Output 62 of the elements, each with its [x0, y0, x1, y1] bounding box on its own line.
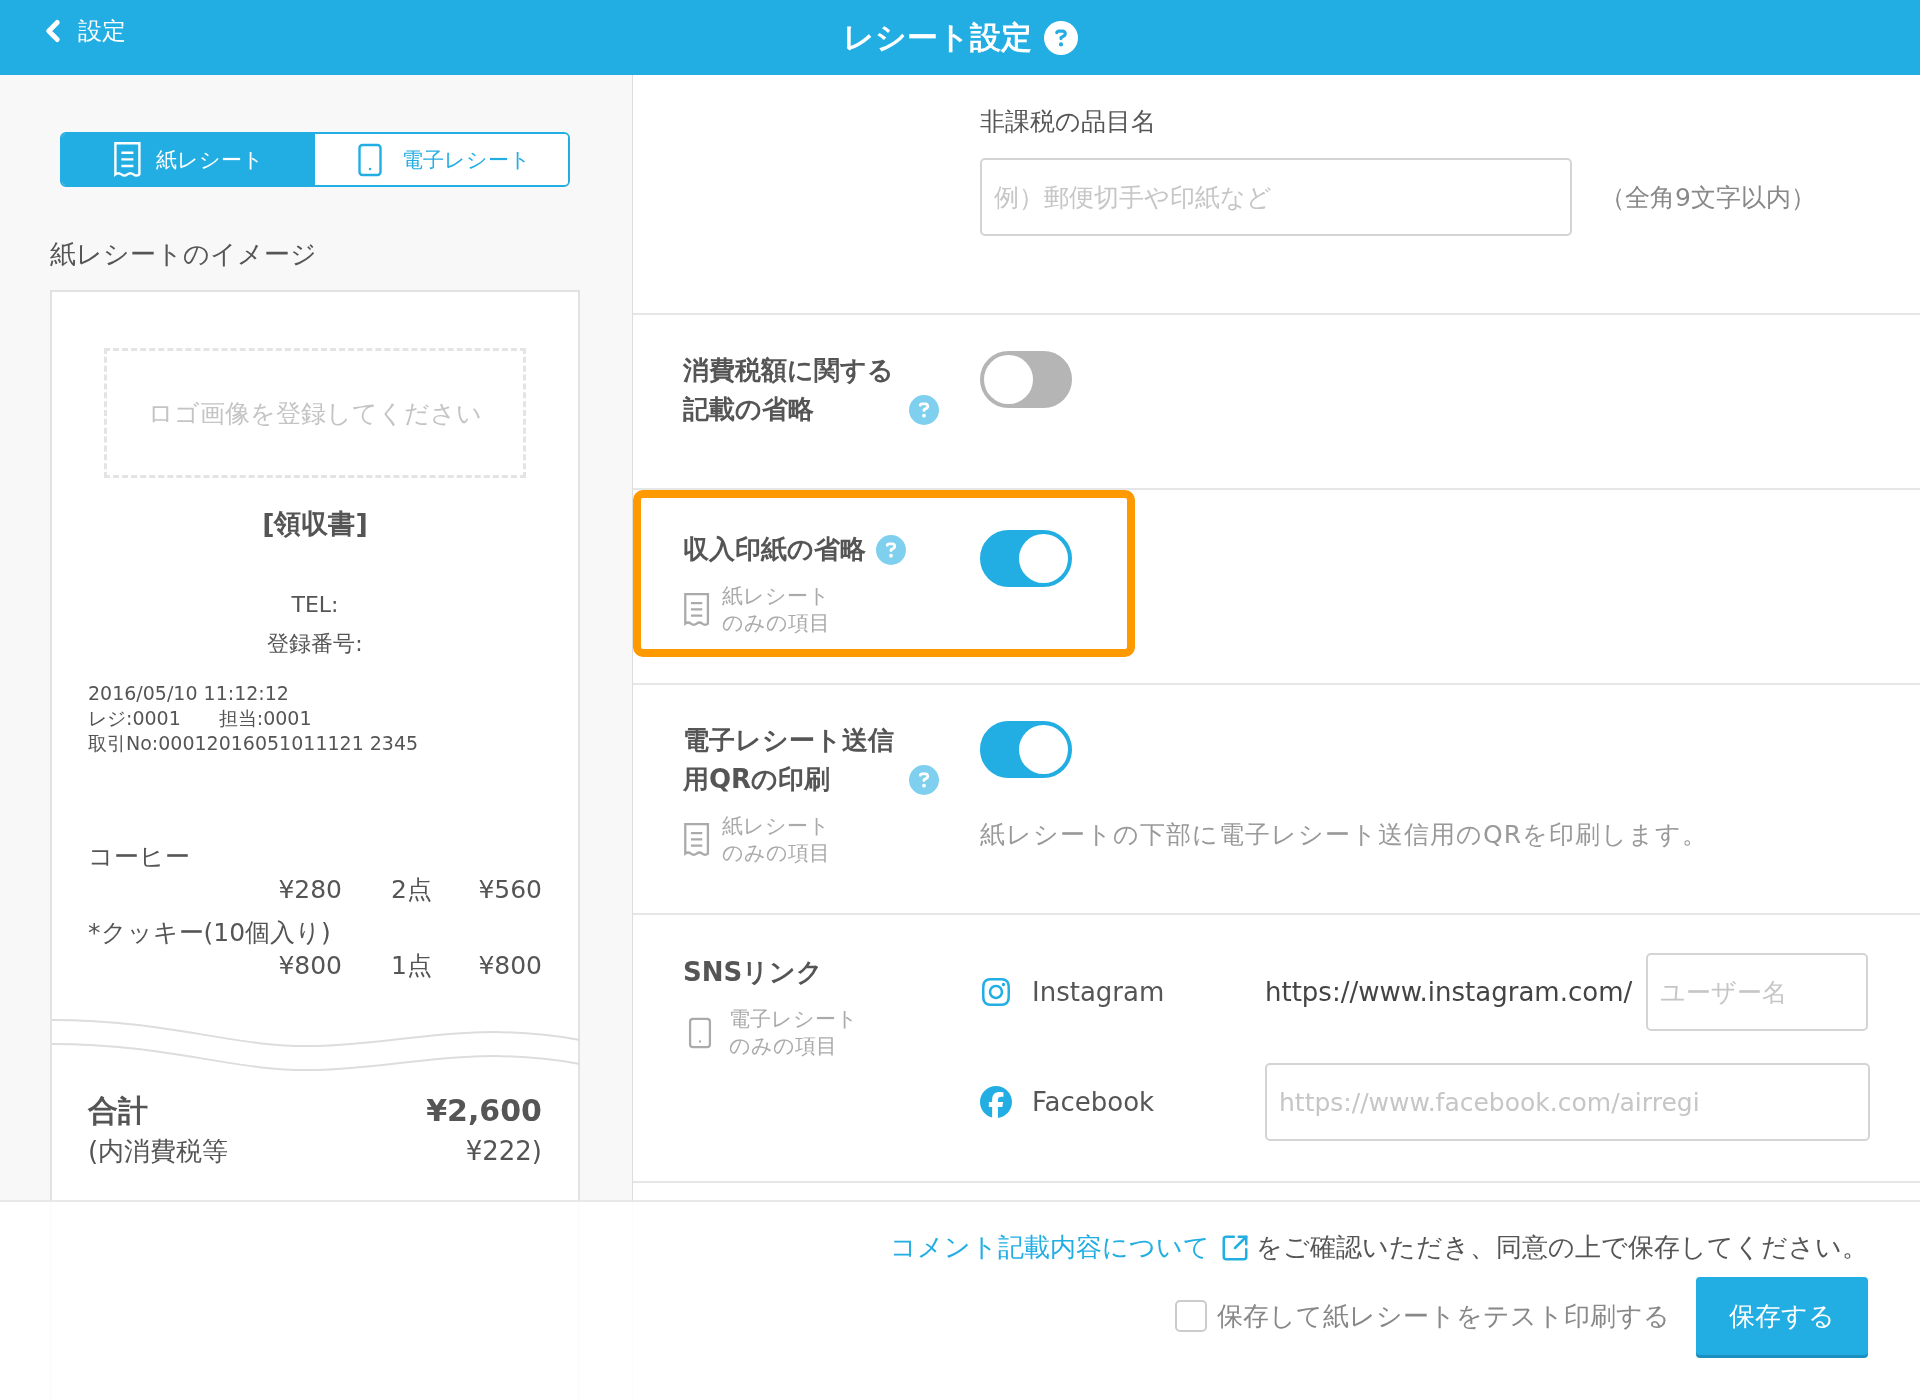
receipt-meta: 2016/05/10 11:12:12	[88, 681, 290, 706]
scope-note: のみの項目	[722, 610, 831, 637]
field-label: 非課税の品目名	[980, 106, 1157, 138]
page-title: レシート設定	[842, 17, 1032, 57]
sns-name: Facebook	[1032, 1087, 1156, 1117]
receipt-registration: 登録番号:	[266, 630, 364, 658]
setting-label: 電子レシート送信用QRの印刷	[683, 724, 895, 796]
toggle-switch[interactable]	[980, 351, 1072, 408]
external-link-icon	[1220, 1232, 1250, 1263]
help-icon[interactable]	[909, 765, 939, 795]
sns-field[interactable]: https://www.facebook.com/airregi	[1265, 1063, 1870, 1141]
logo-drop-area[interactable]: ロゴ画像を登録してください	[104, 348, 526, 478]
total-label: (内消費税等	[88, 1135, 229, 1168]
help-icon[interactable]	[876, 535, 906, 565]
url-prefix: https://www.instagram.com/	[1265, 977, 1633, 1007]
scope-note: のみの項目	[722, 840, 831, 867]
item-name: *クッキー(10個入り)	[88, 917, 332, 949]
preview-title: 紙レシートのイメージ	[50, 238, 318, 271]
item-amount: ¥800	[477, 950, 542, 982]
item-quantity: 2点	[390, 874, 432, 906]
receipt-tel: TEL:	[290, 592, 340, 617]
sns-name: Instagram	[1032, 977, 1166, 1007]
setting-label: 収入印紙の省略	[683, 533, 866, 566]
receipt-icon	[683, 593, 711, 627]
total-label: 合計	[88, 1092, 148, 1130]
instagram-icon	[980, 976, 1012, 1008]
scope-note: 紙レシート	[722, 583, 831, 610]
test-print-checkbox[interactable]	[1175, 1300, 1207, 1332]
total-value: ¥222)	[465, 1135, 542, 1168]
help-icon[interactable]	[1043, 20, 1078, 55]
receipt-meta: 取引No:00012016051011121 2345	[88, 731, 420, 756]
setting-description: 紙レシートの下部に電子レシート送信用のQRを印刷します。	[980, 819, 1710, 851]
setting-label: SNSリンク	[683, 956, 824, 989]
test-print-label: 保存して紙レシートをテスト印刷する	[1217, 1299, 1670, 1333]
toggle-switch[interactable]	[980, 530, 1072, 587]
item-name: コーヒー	[88, 841, 191, 873]
scope-note: のみの項目	[729, 1033, 838, 1060]
item-name-field[interactable]: 例）郵便切手や印紙など	[980, 158, 1572, 236]
item-price: ¥800	[277, 950, 342, 982]
total-value: ¥2,600	[426, 1092, 542, 1130]
sns-field[interactable]: ユーザー名	[1646, 953, 1869, 1031]
facebook-icon	[980, 1086, 1012, 1118]
receipt-type-tab[interactable]: 紙レシート	[62, 134, 315, 185]
save-button[interactable]: 保存する	[1696, 1277, 1868, 1355]
logo-placeholder: ロゴ画像を登録してください	[148, 397, 482, 430]
scope-note: 紙レシート	[722, 813, 831, 840]
toggle-switch[interactable]	[980, 721, 1072, 778]
item-price: ¥280	[277, 874, 342, 906]
scope-note: 電子レシート	[729, 1006, 858, 1033]
comment-guidelines-link[interactable]: コメント記載内容について	[890, 1230, 1250, 1265]
receipt-icon	[683, 823, 711, 857]
back-link[interactable]: 設定	[36, 14, 126, 48]
notice-text: をご確認いただき、同意の上で保存してください。	[1256, 1231, 1868, 1264]
receipt-heading: [領収書]	[261, 507, 369, 541]
setting-label: 消費税額に関する記載の省略	[683, 354, 895, 426]
field-hint: （全角9文字以内）	[1600, 181, 1816, 214]
receipt-type-tab[interactable]: 電子レシート	[315, 134, 568, 185]
receipt-meta: レジ:0001 担当:0001	[88, 706, 313, 731]
item-amount: ¥560	[477, 874, 542, 906]
help-icon[interactable]	[909, 395, 939, 425]
item-quantity: 1点	[390, 950, 432, 982]
receipt-icon	[113, 141, 142, 178]
